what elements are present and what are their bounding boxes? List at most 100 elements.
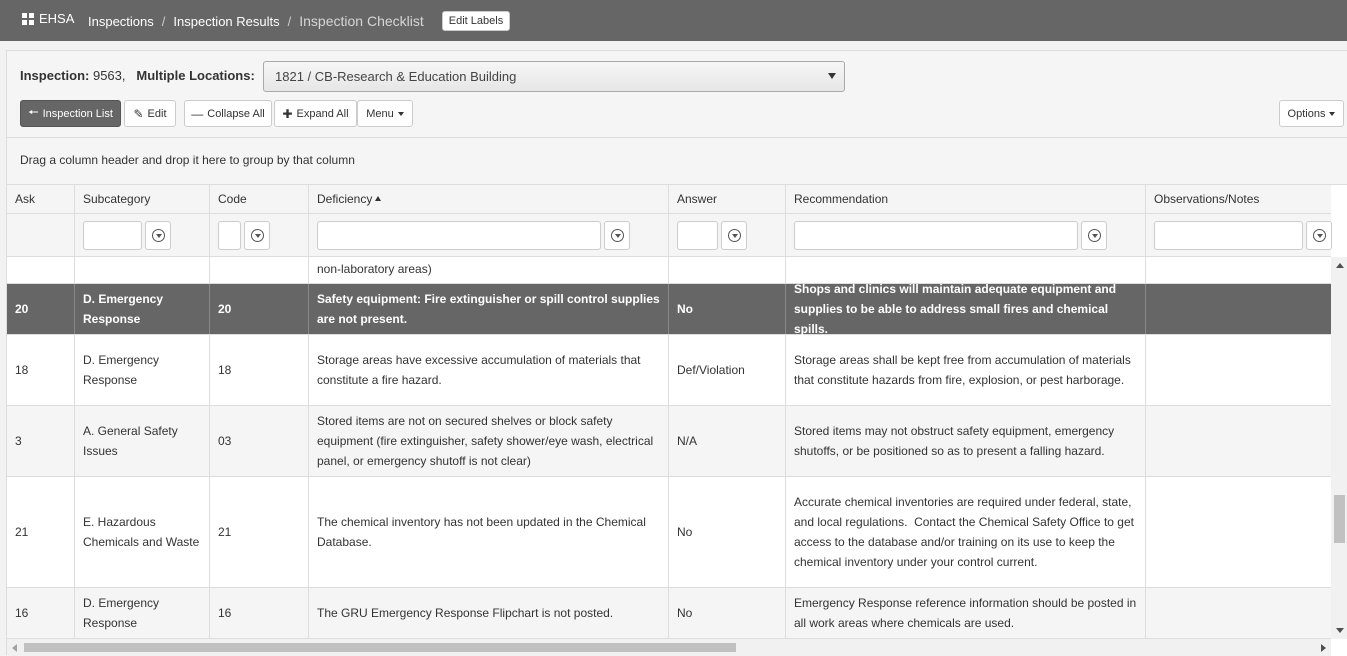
locations-label: Multiple Locations: [136, 68, 255, 83]
code-filter-input[interactable] [218, 221, 241, 250]
deficiency-filter-button[interactable] [604, 221, 630, 250]
vertical-scrollbar[interactable] [1331, 257, 1347, 639]
inspection-number: 9563, [92, 68, 126, 83]
filter-cell-notes [1146, 214, 1332, 257]
scroll-left-icon[interactable] [12, 644, 17, 652]
plus-icon: ✚ [282, 106, 293, 121]
edit-label: Edit [147, 107, 167, 120]
caret-down-icon [1329, 111, 1336, 116]
location-select-value: 1821 / CB-Research & Education Building [275, 69, 517, 84]
subcategory-filter-button[interactable] [145, 221, 171, 250]
cell-deficiency: Storage areas have excessive accumulatio… [309, 335, 669, 405]
deficiency-filter-input[interactable] [317, 221, 601, 250]
answer-filter-button[interactable] [721, 221, 747, 250]
cell-subcategory [75, 257, 210, 283]
table-row[interactable]: 21 E. Hazardous Chemicals and Waste 21 T… [7, 477, 1331, 588]
table-row-selected[interactable]: 20 D. Emergency Response 20 Safety equip… [7, 282, 1331, 336]
column-header-recommendation[interactable]: Recommendation [786, 185, 1146, 214]
caret-down-icon [397, 111, 404, 116]
grid-icon [22, 12, 34, 25]
breadcrumb-inspections[interactable]: Inspections [88, 14, 154, 29]
column-header-subcategory[interactable]: Subcategory [75, 185, 210, 214]
recommendation-filter-button[interactable] [1081, 221, 1107, 250]
collapse-all-button[interactable]: — Collapse All [184, 100, 272, 127]
cell-code: 03 [210, 406, 309, 476]
inspection-list-label: Inspection List [42, 107, 113, 120]
grid-header: Ask Subcategory Code Deficiency Answer R… [7, 185, 1331, 214]
cell-ask: 3 [7, 406, 75, 476]
group-by-drop-zone[interactable]: Drag a column header and drop it here to… [20, 153, 355, 167]
divider [7, 137, 1347, 138]
brand-label: EHSA [39, 11, 75, 26]
brand-link[interactable]: EHSA [22, 11, 74, 26]
answer-filter-input[interactable] [677, 221, 718, 250]
cell-deficiency: The chemical inventory has not been upda… [309, 477, 669, 587]
pencil-icon: ✎ [133, 106, 144, 121]
cell-notes [1146, 477, 1331, 587]
inspection-label: Inspection: [20, 68, 90, 83]
breadcrumb-separator: / [161, 13, 166, 29]
cell-notes [1146, 335, 1331, 405]
cell-recommendation: Storage areas shall be kept free from ac… [786, 335, 1146, 405]
filter-icon [1312, 229, 1326, 242]
cell-deficiency: Stored items are not on secured shelves … [309, 406, 669, 476]
cell-answer [669, 257, 786, 283]
top-navbar: EHSA Inspections / Inspection Results / … [0, 0, 1347, 41]
scroll-right-icon[interactable] [1321, 644, 1326, 652]
column-header-notes[interactable]: Observations/Notes [1146, 185, 1331, 214]
edit-labels-button[interactable]: Edit Labels [441, 11, 511, 31]
column-header-deficiency-label: Deficiency [317, 192, 373, 206]
vertical-scroll-thumb[interactable] [1334, 495, 1345, 543]
checklist-grid: Ask Subcategory Code Deficiency Answer R… [7, 184, 1347, 656]
subcategory-filter-input[interactable] [83, 221, 142, 250]
horizontal-scrollbar[interactable] [7, 639, 1331, 656]
cell-ask: 21 [7, 477, 75, 587]
table-row[interactable]: 3 A. General Safety Issues 03 Stored ite… [7, 406, 1331, 477]
inspection-panel: Inspection: 9563, Multiple Locations: 18… [6, 50, 1347, 656]
filter-cell-code [210, 214, 309, 257]
options-button[interactable]: Options [1279, 100, 1344, 127]
cell-code [210, 257, 309, 283]
breadcrumb-inspection-results[interactable]: Inspection Results [173, 14, 279, 29]
expand-all-button[interactable]: ✚ Expand All [274, 100, 357, 127]
column-header-answer[interactable]: Answer [669, 185, 786, 214]
notes-filter-input[interactable] [1154, 221, 1303, 250]
location-select[interactable]: 1821 / CB-Research & Education Building [263, 61, 845, 92]
filter-cell-ask [7, 214, 75, 257]
caret-down-icon [828, 73, 836, 79]
recommendation-filter-input[interactable] [794, 221, 1078, 250]
cell-deficiency: The GRU Emergency Response Flipchart is … [309, 588, 669, 638]
cell-deficiency: non-laboratory areas) [309, 257, 669, 283]
cell-recommendation: Stored items may not obstruct safety equ… [786, 406, 1146, 476]
notes-filter-button[interactable] [1306, 221, 1332, 250]
cell-subcategory: A. General Safety Issues [75, 406, 210, 476]
horizontal-scroll-thumb[interactable] [24, 643, 736, 652]
filter-cell-answer [669, 214, 786, 257]
collapse-all-label: Collapse All [207, 107, 265, 120]
menu-button[interactable]: Menu [357, 100, 413, 127]
cell-subcategory: D. Emergency Response [75, 588, 210, 638]
cell-subcategory: D. Emergency Response [75, 284, 210, 334]
table-row[interactable]: 18 D. Emergency Response 18 Storage area… [7, 335, 1331, 406]
code-filter-button[interactable] [244, 221, 270, 250]
scroll-up-icon[interactable] [1336, 263, 1344, 268]
cell-recommendation: Accurate chemical inventories are requir… [786, 477, 1146, 587]
cell-answer: N/A [669, 406, 786, 476]
cell-notes [1146, 257, 1331, 283]
cell-recommendation: Emergency Response reference information… [786, 588, 1146, 638]
cell-notes [1146, 588, 1331, 638]
breadcrumb-separator: / [287, 13, 292, 29]
column-header-deficiency[interactable]: Deficiency [309, 185, 669, 214]
edit-button[interactable]: ✎ Edit [124, 100, 176, 127]
options-label: Options [1287, 107, 1326, 120]
filter-icon [1087, 229, 1101, 242]
cell-ask: 20 [7, 284, 75, 334]
column-header-ask[interactable]: Ask [7, 185, 75, 214]
column-header-code[interactable]: Code [210, 185, 309, 214]
grid-body: non-laboratory areas) 20 D. Emergency Re… [7, 257, 1331, 639]
filter-cell-subcategory [75, 214, 210, 257]
cell-code: 18 [210, 335, 309, 405]
scroll-down-icon[interactable] [1336, 628, 1344, 633]
table-row[interactable]: 16 D. Emergency Response 16 The GRU Emer… [7, 588, 1331, 639]
inspection-list-button[interactable]: 🠔 Inspection List [20, 100, 121, 127]
